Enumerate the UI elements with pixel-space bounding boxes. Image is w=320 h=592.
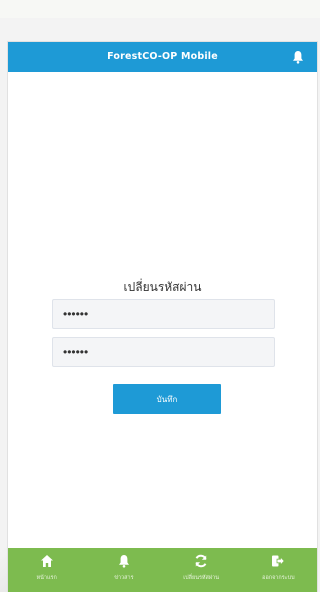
tab-change-password[interactable]: เปลี่ยนรหัสผ่าน: [163, 548, 240, 592]
home-icon: [38, 552, 56, 570]
bell-icon: [293, 51, 303, 64]
notification-button[interactable]: [289, 48, 307, 66]
tab-change-password-label: เปลี่ยนรหัสผ่าน: [183, 575, 219, 581]
tab-logout-label: ออกจากระบบ: [262, 575, 295, 581]
tab-news[interactable]: ข่าวสาร: [85, 548, 162, 592]
app-title: ForestCO-OP Mobile: [107, 51, 218, 62]
bottom-tab-bar: หน้าแรก ข่าวสาร เปลี่ยนรหัสผ่าน ออกจากระ…: [8, 548, 317, 592]
bell-icon: [115, 552, 133, 570]
logout-icon: [269, 552, 287, 570]
form-title: เปลี่ยนรหัสผ่าน: [123, 280, 202, 294]
new-password-field[interactable]: [52, 299, 275, 329]
save-button[interactable]: บันทึก: [113, 384, 221, 414]
browser-top-strip: [0, 0, 320, 20]
confirm-password-field[interactable]: [52, 337, 275, 367]
mobile-app-frame: ForestCO-OP Mobile เปลี่ยนรหัสผ่าน บันทึ…: [8, 42, 317, 592]
tab-home[interactable]: หน้าแรก: [8, 548, 85, 592]
change-password-content: เปลี่ยนรหัสผ่าน บันทึก: [8, 72, 317, 560]
app-header: ForestCO-OP Mobile: [8, 42, 317, 72]
refresh-icon: [192, 552, 210, 570]
tab-home-label: หน้าแรก: [36, 575, 57, 581]
tab-logout[interactable]: ออกจากระบบ: [240, 548, 317, 592]
tab-news-label: ข่าวสาร: [114, 575, 134, 581]
